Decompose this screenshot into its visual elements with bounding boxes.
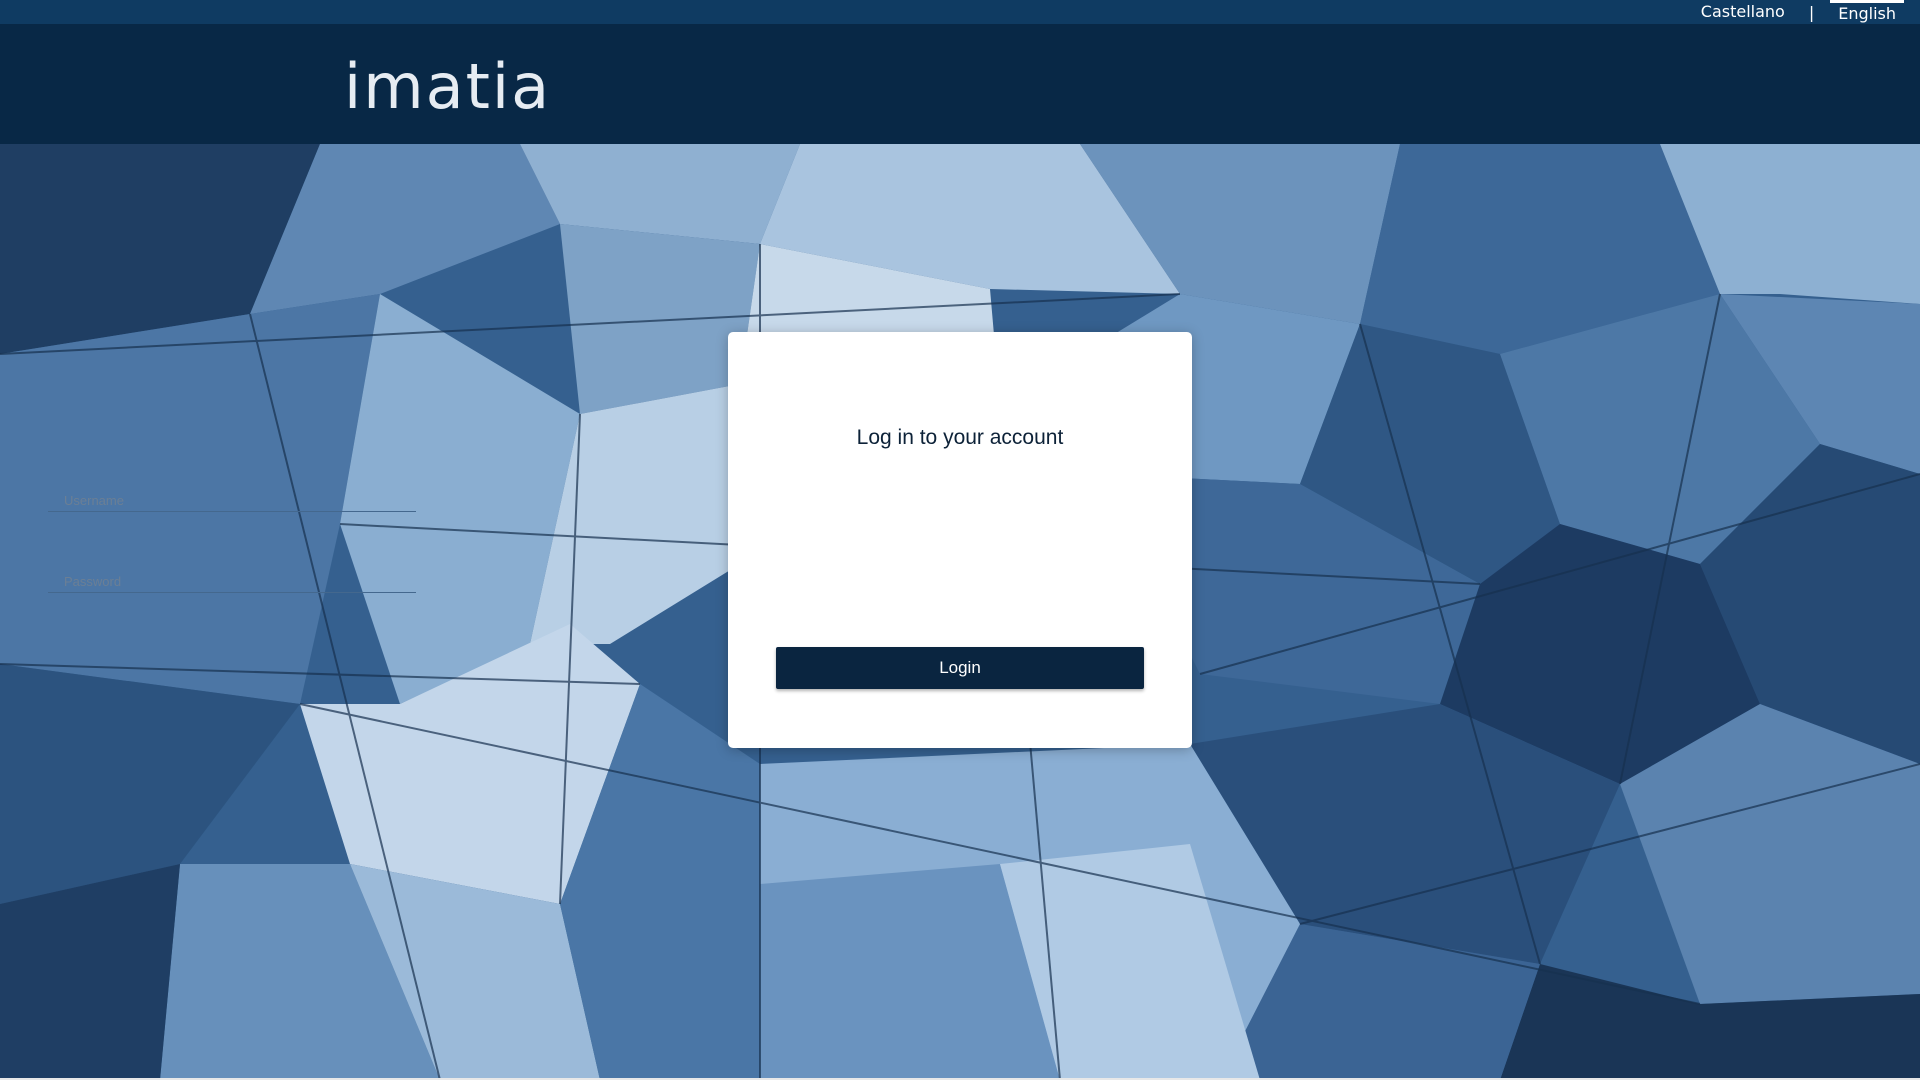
username-field[interactable]: [48, 480, 416, 512]
login-button[interactable]: Login: [776, 647, 1144, 689]
password-field[interactable]: [48, 561, 416, 593]
imatia-logo[interactable]: imatia: [344, 50, 551, 123]
site-header: imatia: [0, 24, 1920, 144]
username-input[interactable]: [48, 480, 416, 511]
language-option-english[interactable]: English: [1830, 0, 1904, 24]
language-separator: |: [1808, 2, 1815, 22]
language-bar: Castellano | English: [0, 0, 1920, 24]
login-title: Log in to your account: [856, 426, 1064, 449]
password-input[interactable]: [48, 561, 416, 592]
language-option-castellano[interactable]: Castellano: [1693, 0, 1793, 24]
